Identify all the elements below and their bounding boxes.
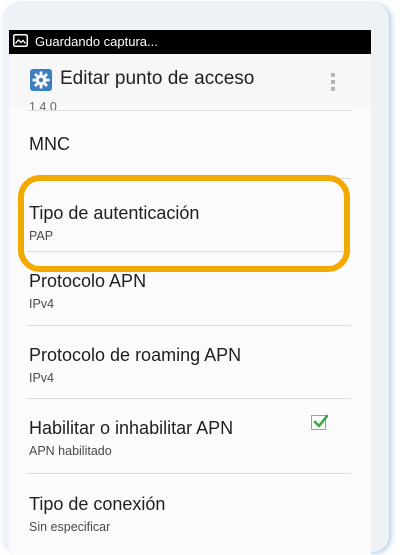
list-item-value: APN habilitado: [29, 444, 112, 458]
list-item-label: MNC: [29, 134, 70, 154]
check-icon: [313, 414, 328, 428]
list-item-label: Habilitar o inhabilitar APN: [29, 418, 234, 438]
status-text: Guardando captura...: [35, 34, 158, 49]
status-bar: Guardando captura...: [9, 30, 371, 54]
list-item-mnc[interactable]: MNC: [9, 111, 371, 179]
screenshot-icon: [13, 34, 28, 47]
list-item-roaming-protocol[interactable]: Protocolo de roaming APN IPv4: [9, 326, 371, 399]
list-item-label: Protocolo de roaming APN: [29, 345, 242, 365]
page-title: Editar punto de acceso: [60, 68, 255, 89]
list-item-value: IPv4: [29, 371, 55, 385]
enable-apn-checkbox[interactable]: [311, 414, 328, 430]
action-bar: Editar punto de acceso: [9, 54, 371, 106]
list-item-connection-type[interactable]: Tipo de conexión Sin especificar: [9, 474, 371, 555]
list-item-enable-apn[interactable]: Habilitar o inhabilitar APN APN habilita…: [9, 399, 371, 474]
highlight-annotation: [18, 175, 350, 272]
list-item-value: IPv4: [29, 297, 55, 311]
phone-screen: Guardando captura... Editar punto de acc…: [9, 30, 371, 555]
list-item-label: Tipo de conexión: [29, 494, 166, 514]
overflow-menu-icon[interactable]: [330, 73, 336, 93]
list-item-label: Protocolo APN: [29, 271, 147, 291]
list-item-value: Sin especificar: [29, 520, 111, 534]
apn-settings-list: 1 4 0 MNC Tipo de autenticación PAP Prot…: [9, 100, 371, 555]
settings-icon[interactable]: [30, 69, 52, 91]
